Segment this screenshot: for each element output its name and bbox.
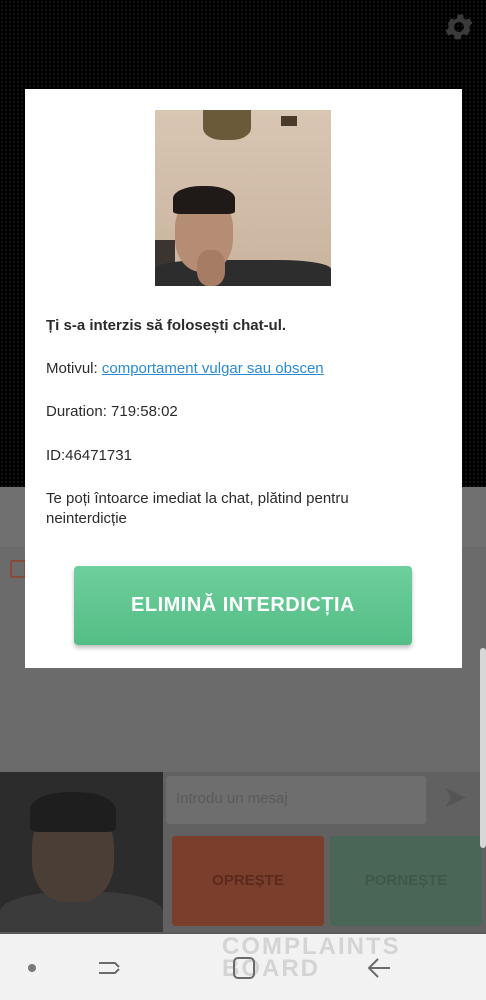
nav-home-icon[interactable] — [230, 954, 258, 982]
self-video — [0, 772, 163, 932]
system-nav-bar: COMPLAINTS BOARD — [0, 934, 486, 1000]
ban-id: ID:46471731 — [46, 447, 132, 464]
remove-ban-button[interactable]: ELIMINĂ INTERDICȚIA — [74, 566, 412, 645]
ban-dialog: Ți s-a interzis să folosești chat-ul. Mo… — [25, 89, 462, 668]
report-icon[interactable] — [10, 560, 26, 578]
user-photo — [155, 110, 331, 286]
nav-dot-icon — [28, 964, 36, 972]
nav-back-icon[interactable] — [366, 954, 394, 982]
reason-link[interactable]: comportament vulgar sau obscen — [102, 360, 324, 377]
ban-info: Te poți întoarce imediat la chat, plătin… — [46, 490, 349, 527]
start-button[interactable]: PORNEȘTE — [330, 836, 482, 926]
scrollbar[interactable] — [480, 648, 486, 848]
ban-duration: Duration: 719:58:02 — [46, 403, 178, 420]
gear-icon[interactable] — [442, 10, 476, 44]
reason-label: Motivul: — [46, 360, 102, 377]
send-icon[interactable]: ➤ — [428, 776, 482, 824]
stop-button[interactable]: OPREȘTE — [172, 836, 324, 926]
ban-title: Ți s-a interzis să folosești chat-ul. — [46, 317, 287, 334]
message-input[interactable]: Introdu un mesaj — [166, 776, 426, 824]
nav-recent-icon[interactable] — [95, 954, 123, 982]
ban-reason: Motivul: comportament vulgar sau obscen — [46, 359, 324, 379]
